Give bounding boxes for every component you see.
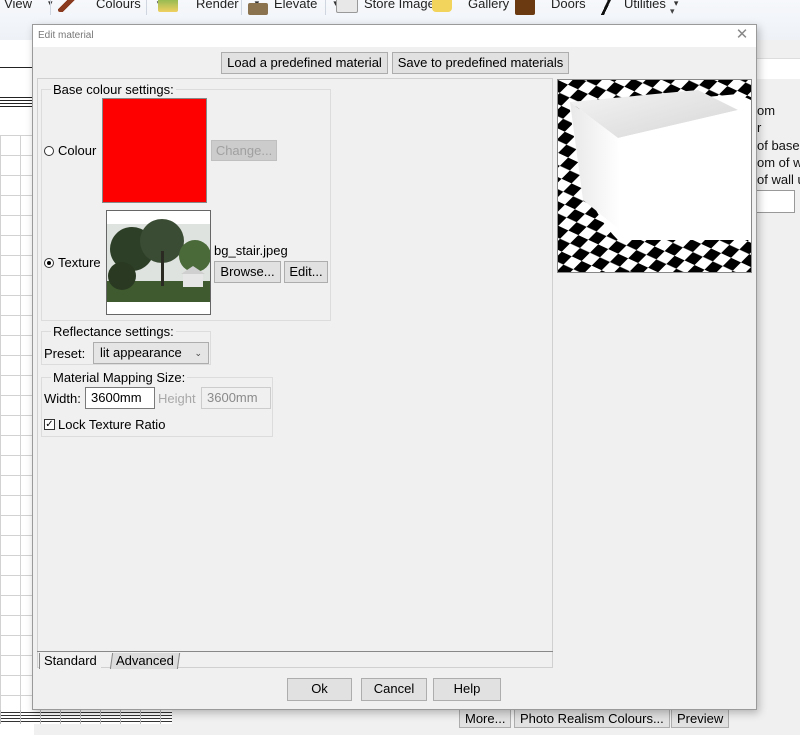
side-panel-text: of base [757, 138, 800, 153]
toolbar-label: Render [196, 0, 239, 11]
side-panel-header [757, 58, 800, 79]
width-input[interactable]: 3600mm [85, 387, 155, 409]
preset-label: Preset: [44, 346, 86, 361]
tab-standard[interactable]: Standard [39, 653, 101, 669]
colour-swatch [102, 98, 207, 203]
change-colour-button[interactable]: Change... [211, 140, 277, 161]
toolbar-overflow-icon[interactable]: ▾ [670, 6, 675, 17]
plan-line [0, 67, 34, 68]
render-icon [158, 0, 178, 12]
texture-image [107, 219, 210, 302]
paintbrush-icon [58, 0, 78, 12]
more-button[interactable]: More... [459, 707, 512, 728]
toolbar-label: Utilities [624, 0, 666, 11]
door-icon [515, 0, 535, 15]
cancel-button[interactable]: Cancel [361, 678, 427, 701]
height-label: Height [158, 391, 196, 406]
tab-advanced-label: Advanced [116, 653, 174, 668]
tab-advanced[interactable]: Advanced [109, 653, 180, 669]
plan-canvas[interactable] [0, 40, 34, 735]
base-colour-group: Base colour settings: Colour Change... T… [41, 82, 331, 321]
toolbar-separator [241, 0, 242, 15]
material-preview-render [557, 79, 752, 273]
toolbar-separator [146, 0, 147, 15]
dialog-titlebar[interactable]: Edit material ✕ [33, 25, 756, 47]
toolbar-store-image[interactable]: Store Image [336, 0, 435, 14]
toolbar-label: Store Image [364, 0, 435, 11]
close-icon[interactable]: ✕ [734, 27, 750, 43]
toolbar-gallery[interactable]: Gallery [432, 0, 509, 14]
height-input[interactable]: 3600mm [201, 387, 271, 409]
side-panel-text: of wall u [757, 172, 800, 187]
toolbar-utilities[interactable]: Utilities ▾ [598, 0, 678, 15]
radio-indicator [44, 257, 54, 268]
colour-radio-label: Colour [58, 143, 97, 158]
reflectance-label: Reflectance settings: [51, 324, 176, 339]
plan-line [0, 103, 34, 104]
plan-grid-bottom [0, 710, 172, 724]
toolbar-label: Colours [96, 0, 141, 11]
base-colour-label: Base colour settings: [51, 82, 176, 97]
load-predefined-material-button[interactable]: Load a predefined material [221, 52, 388, 74]
tab-strip: Standard Advanced [37, 651, 553, 670]
edit-texture-button[interactable]: Edit... [284, 261, 328, 283]
lock-texture-ratio-checkbox[interactable]: ✓ Lock Texture Ratio [44, 417, 165, 432]
toolbar-label: Doors [551, 0, 586, 11]
dialog-title: Edit material [38, 30, 94, 41]
texture-radio-label: Texture [58, 255, 101, 270]
lock-texture-ratio-label: Lock Texture Ratio [58, 417, 166, 432]
plan-line [0, 106, 34, 107]
side-panel-input[interactable] [757, 190, 795, 213]
plan-grid [0, 135, 34, 715]
preview-button[interactable]: Preview [671, 707, 730, 728]
texture-radio[interactable]: Texture [44, 255, 101, 270]
toolbar-separator [325, 0, 326, 15]
toolbar-3d-view[interactable]: 3d View▾ [0, 0, 53, 14]
colour-radio[interactable]: Colour [44, 143, 96, 158]
checkbox-check-icon: ✓ [44, 419, 55, 430]
browse-texture-button[interactable]: Browse... [214, 261, 281, 283]
mapping-size-group: Material Mapping Size: Width: 3600mm Hei… [41, 370, 273, 437]
preset-select[interactable]: lit appearance ⌄ [93, 342, 209, 364]
side-panel-text: r [757, 120, 762, 135]
preset-value: lit appearance [100, 345, 182, 360]
reflectance-group: Reflectance settings: Preset: lit appear… [41, 324, 211, 365]
chevron-down-icon: ⌄ [194, 348, 202, 358]
side-panel-text: om [757, 103, 776, 118]
toolbar-label: 3d View [0, 0, 33, 11]
help-button[interactable]: Help [433, 678, 501, 701]
toolbar-label: Gallery [468, 0, 510, 11]
standard-tab-panel: Base colour settings: Colour Change... T… [37, 78, 553, 668]
photo-realism-colours-button[interactable]: Photo Realism Colours... [514, 707, 670, 728]
gallery-icon [432, 0, 452, 12]
texture-filename: bg_stair.jpeg [214, 243, 288, 258]
preview-scene [558, 80, 751, 272]
side-panel-text: om of wa [757, 155, 800, 170]
plan-line [0, 97, 34, 98]
texture-thumbnail [106, 210, 211, 315]
save-to-predefined-materials-button[interactable]: Save to predefined materials [392, 52, 569, 74]
ok-button[interactable]: Ok [287, 678, 352, 701]
radio-indicator [44, 145, 54, 156]
camera-icon [336, 0, 358, 13]
elevate-icon [248, 3, 268, 15]
toolbar-doors[interactable]: Doors [515, 0, 586, 15]
plan-line [0, 100, 34, 101]
toolbar-label: Elevate [274, 0, 318, 11]
toolbar-render[interactable]: Render▾ [158, 0, 259, 14]
edit-material-dialog: Edit material ✕ Load a predefined materi… [32, 24, 757, 710]
toolbar-separator [50, 0, 51, 15]
utilities-icon [598, 0, 618, 15]
mapping-size-label: Material Mapping Size: [51, 370, 188, 385]
width-label: Width: [44, 391, 81, 406]
